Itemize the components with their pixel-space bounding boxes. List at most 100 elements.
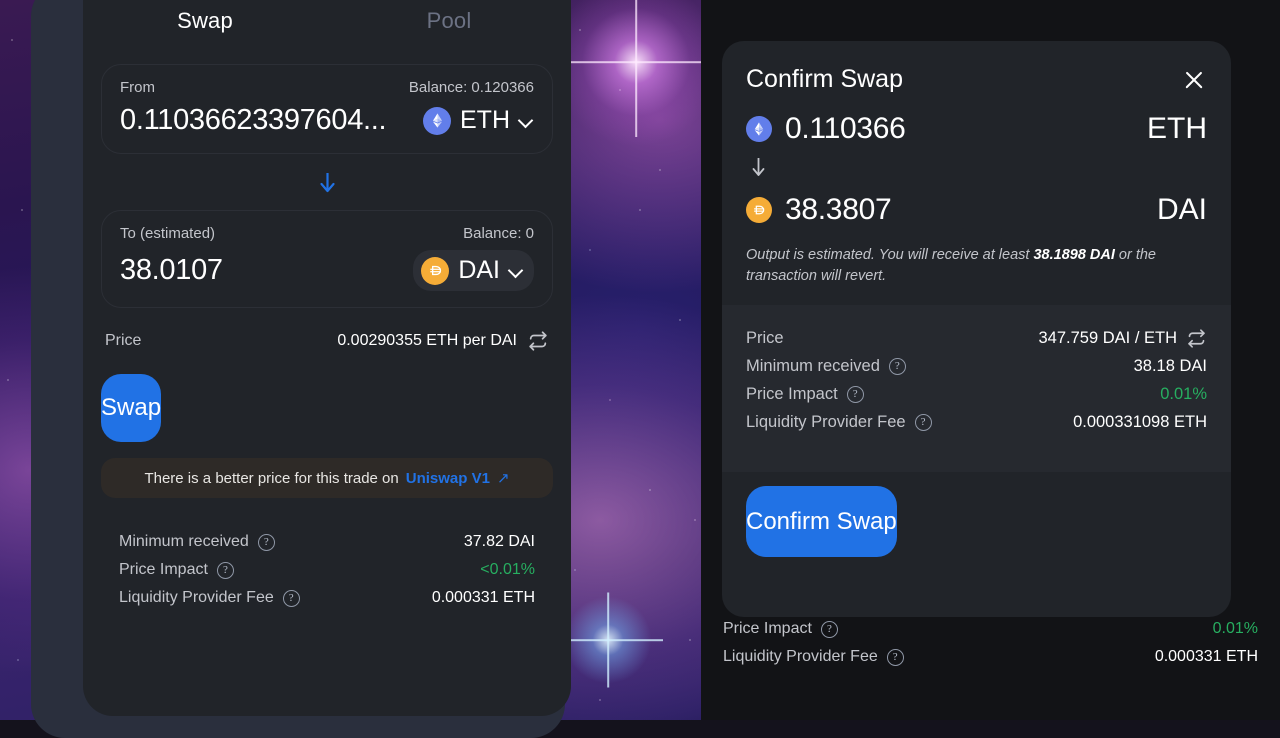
arrow-down-icon bbox=[750, 156, 767, 180]
detail-label: Liquidity Provider Fee bbox=[723, 648, 878, 666]
detail-label-group: Liquidity Provider Fee ? bbox=[723, 648, 904, 666]
chevron-down-icon bbox=[519, 113, 534, 128]
help-icon[interactable]: ? bbox=[283, 590, 300, 607]
price-value: 0.00290355 ETH per DAI bbox=[337, 332, 517, 350]
swap-card: Swap Pool From Balance: 0.120366 0.11036… bbox=[83, 0, 571, 716]
to-balance: Balance: 0 bbox=[463, 225, 534, 242]
detail-label-group: Price Impact ? bbox=[746, 385, 864, 404]
modal-header: Confirm Swap bbox=[746, 65, 1207, 94]
tab-pool[interactable]: Pool bbox=[327, 8, 571, 34]
better-price-banner[interactable]: There is a better price for this trade o… bbox=[101, 458, 553, 498]
modal-detail-row-minimum-received: Minimum received ? 38.18 DAI bbox=[746, 352, 1207, 380]
eth-coin-icon bbox=[423, 107, 451, 135]
detail-value: 38.18 DAI bbox=[1134, 357, 1207, 376]
detail-value: 0.000331 ETH bbox=[1155, 648, 1258, 666]
detail-value: 0.01% bbox=[1213, 620, 1258, 638]
detail-label-group: Liquidity Provider Fee ? bbox=[119, 589, 300, 607]
external-link-arrow-icon: ↗ bbox=[497, 469, 510, 487]
price-row: Price 0.00290355 ETH per DAI bbox=[105, 330, 549, 352]
from-header: From Balance: 0.120366 bbox=[120, 79, 534, 96]
detail-label: Liquidity Provider Fee bbox=[119, 589, 274, 607]
detail-value: 0.000331 ETH bbox=[432, 589, 535, 607]
modal-detail-row-lp-fee: Liquidity Provider Fee ? 0.000331098 ETH bbox=[746, 408, 1207, 436]
swap-button[interactable]: Swap bbox=[101, 374, 161, 442]
background-details-list: Price Impact ? 0.01% Liquidity Provider … bbox=[723, 615, 1258, 671]
help-icon[interactable]: ? bbox=[889, 358, 906, 375]
modal-details-list: Price 347.759 DAI / ETH Minimum received… bbox=[722, 305, 1231, 472]
help-icon[interactable]: ? bbox=[258, 534, 275, 551]
detail-row-lp-fee: Liquidity Provider Fee ? 0.000331 ETH bbox=[119, 584, 535, 612]
tab-swap[interactable]: Swap bbox=[83, 8, 327, 34]
detail-value-group: 347.759 DAI / ETH bbox=[1039, 328, 1208, 349]
modal-from-left: 0.110366 bbox=[746, 112, 906, 146]
swap-rate-icon[interactable] bbox=[1186, 328, 1207, 349]
to-label: To (estimated) bbox=[120, 225, 215, 242]
from-input-box[interactable]: From Balance: 0.120366 0.11036623397604.… bbox=[101, 64, 553, 154]
help-icon: ? bbox=[887, 649, 904, 666]
detail-label: Liquidity Provider Fee bbox=[746, 413, 906, 432]
modal-top-section: Confirm Swap 0.110366 ETH bbox=[722, 41, 1231, 227]
detail-row-price-impact: Price Impact ? <0.01% bbox=[119, 556, 535, 584]
modal-title: Confirm Swap bbox=[746, 65, 903, 94]
detail-label: Price bbox=[746, 329, 784, 348]
chevron-down-icon bbox=[509, 263, 524, 278]
uniswap-v1-link[interactable]: Uniswap V1 bbox=[406, 470, 490, 487]
modal-to-left: 38.3807 bbox=[746, 193, 891, 227]
modal-from-symbol: ETH bbox=[1147, 112, 1207, 146]
eth-coin-icon bbox=[746, 116, 772, 142]
from-label: From bbox=[120, 79, 155, 96]
help-icon: ? bbox=[821, 621, 838, 638]
detail-value: 0.000331098 ETH bbox=[1073, 413, 1207, 432]
modal-to-symbol: DAI bbox=[1157, 193, 1207, 227]
modal-from-row: 0.110366 ETH bbox=[746, 112, 1207, 146]
bg-detail-row-lp-fee: Liquidity Provider Fee ? 0.000331 ETH bbox=[723, 643, 1258, 671]
to-amount-input[interactable]: 38.0107 bbox=[120, 254, 223, 287]
detail-label-group: Minimum received ? bbox=[119, 533, 275, 551]
help-icon[interactable]: ? bbox=[847, 386, 864, 403]
detail-value: 37.82 DAI bbox=[464, 533, 535, 551]
detail-label-group: Price Impact ? bbox=[119, 561, 234, 579]
arrow-down-icon bbox=[318, 170, 337, 196]
detail-label: Price Impact bbox=[746, 385, 838, 404]
from-row: 0.11036623397604... ETH bbox=[120, 104, 534, 137]
swap-direction-button[interactable] bbox=[83, 170, 571, 196]
bg-detail-row-price-impact: Price Impact ? 0.01% bbox=[723, 615, 1258, 643]
close-icon[interactable] bbox=[1181, 67, 1207, 93]
dai-coin-icon bbox=[746, 197, 772, 223]
confirm-swap-modal: Confirm Swap 0.110366 ETH bbox=[722, 41, 1231, 617]
modal-to-row: 38.3807 DAI bbox=[746, 193, 1207, 227]
modal-estimate-note: Output is estimated. You will receive at… bbox=[746, 245, 1207, 287]
from-token-selector[interactable]: ETH bbox=[423, 106, 534, 135]
confirm-panel: Price Impact ? 0.01% Liquidity Provider … bbox=[701, 0, 1280, 720]
swap-pool-tabs: Swap Pool bbox=[83, 0, 571, 34]
note-prefix: Output is estimated. You will receive at… bbox=[746, 247, 1033, 263]
swap-rate-icon[interactable] bbox=[527, 330, 549, 352]
dai-coin-icon bbox=[421, 257, 449, 285]
detail-value: 0.01% bbox=[1160, 385, 1207, 404]
price-value-group: 0.00290355 ETH per DAI bbox=[337, 330, 549, 352]
detail-label: Price Impact bbox=[723, 620, 812, 638]
better-price-text: There is a better price for this trade o… bbox=[144, 470, 398, 487]
detail-label-group: Liquidity Provider Fee ? bbox=[746, 413, 932, 432]
help-icon[interactable]: ? bbox=[915, 414, 932, 431]
to-token-symbol: DAI bbox=[458, 256, 500, 285]
modal-detail-row-price: Price 347.759 DAI / ETH bbox=[746, 324, 1207, 352]
modal-to-amount: 38.3807 bbox=[785, 193, 891, 227]
to-input-box[interactable]: To (estimated) Balance: 0 38.0107 DAI bbox=[101, 210, 553, 308]
modal-from-amount: 0.110366 bbox=[785, 112, 906, 146]
detail-label: Minimum received bbox=[119, 533, 249, 551]
help-icon[interactable]: ? bbox=[217, 562, 234, 579]
from-balance[interactable]: Balance: 0.120366 bbox=[409, 79, 534, 96]
modal-detail-row-price-impact: Price Impact ? 0.01% bbox=[746, 380, 1207, 408]
modal-arrow-wrap bbox=[750, 156, 1207, 185]
detail-label-group: Price Impact ? bbox=[723, 620, 838, 638]
swap-panel-outer: Swap Pool From Balance: 0.120366 0.11036… bbox=[31, 0, 565, 738]
detail-label: Price Impact bbox=[119, 561, 208, 579]
price-label: Price bbox=[105, 332, 141, 350]
detail-row-minimum-received: Minimum received ? 37.82 DAI bbox=[119, 528, 535, 556]
from-amount-input[interactable]: 0.11036623397604... bbox=[120, 104, 386, 137]
confirm-swap-button[interactable]: Confirm Swap bbox=[746, 486, 897, 557]
note-minimum-amount: 38.1898 DAI bbox=[1033, 247, 1114, 263]
to-token-selector[interactable]: DAI bbox=[413, 250, 534, 291]
from-token-symbol: ETH bbox=[460, 106, 510, 135]
